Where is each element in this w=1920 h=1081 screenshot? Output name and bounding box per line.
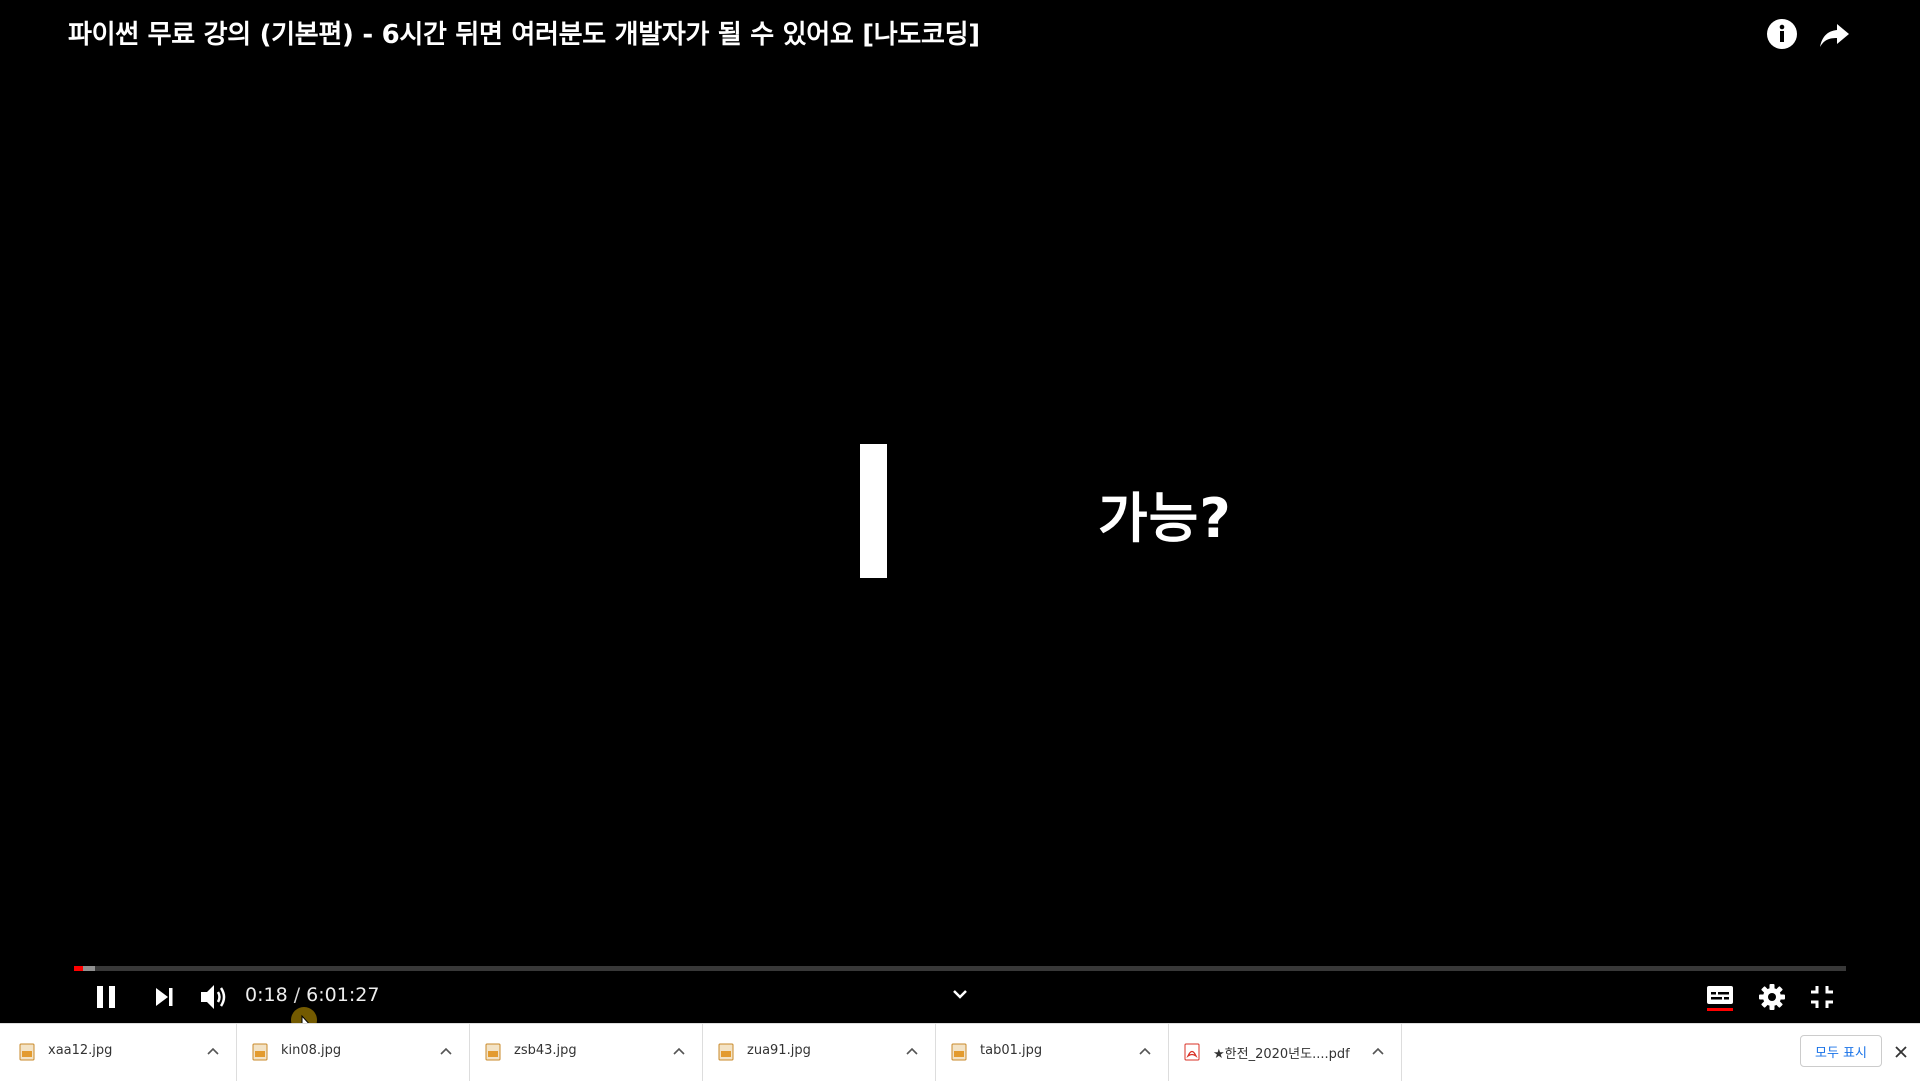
next-icon [156, 988, 173, 1006]
image-file-icon [485, 1043, 501, 1061]
download-item[interactable]: zua91.jpg [699, 1024, 936, 1081]
mouse-pointer [290, 1006, 330, 1023]
show-all-button[interactable]: 모두 표시 [1800, 1035, 1882, 1067]
chevron-down-icon [953, 990, 967, 999]
info-icon[interactable] [1764, 16, 1800, 52]
chevron-down-button[interactable] [946, 982, 974, 1006]
pdf-file-icon [1184, 1043, 1200, 1061]
download-item[interactable]: zsb43.jpg [466, 1024, 703, 1081]
video-player[interactable]: 가능? 파이썬 무료 강의 (기본편) - 6시간 뒤면 여러분도 개발자가 될… [0, 0, 1920, 1023]
subtitles-button[interactable] [1700, 976, 1740, 1018]
volume-button[interactable] [196, 976, 232, 1018]
share-icon[interactable] [1816, 16, 1852, 52]
close-icon[interactable] [1890, 1041, 1912, 1063]
exit-fullscreen-icon [1811, 986, 1833, 1008]
chevron-up-icon[interactable] [204, 1042, 222, 1060]
image-file-icon [252, 1043, 268, 1061]
progress-played [74, 966, 83, 971]
chevron-up-icon[interactable] [437, 1042, 455, 1060]
settings-button[interactable] [1752, 976, 1792, 1018]
download-item-name: xaa12.jpg [48, 1043, 113, 1058]
chevron-up-icon[interactable] [670, 1042, 688, 1060]
next-button[interactable] [146, 976, 182, 1018]
download-item[interactable]: ★한전_2020년도....pdf [1165, 1024, 1402, 1081]
download-item-name: tab01.jpg [980, 1043, 1043, 1058]
pause-icon [97, 986, 115, 1008]
image-file-icon [718, 1043, 734, 1061]
current-time: 0:18 [245, 984, 288, 1006]
video-frame-text: 가능? [1098, 487, 1232, 550]
settings-icon [1759, 984, 1785, 1010]
subtitles-icon [1707, 986, 1733, 1011]
chevron-up-icon[interactable] [903, 1042, 921, 1060]
video-frame[interactable]: 가능? [0, 0, 1920, 1023]
chevron-up-icon[interactable] [1369, 1042, 1387, 1060]
download-item-name: zsb43.jpg [514, 1043, 577, 1058]
time-display: 0:18 / 6:01:27 [245, 984, 379, 1006]
download-item-name: ★한전_2020년도....pdf [1213, 1047, 1350, 1062]
video-text-cursor [860, 444, 887, 578]
download-item[interactable]: xaa12.jpg [0, 1024, 237, 1081]
download-item[interactable]: tab01.jpg [932, 1024, 1169, 1081]
image-file-icon [19, 1043, 35, 1061]
chevron-up-icon[interactable] [1136, 1042, 1154, 1060]
volume-icon [201, 985, 226, 1009]
download-item-name: kin08.jpg [281, 1043, 342, 1058]
time-separator: / [287, 984, 307, 1006]
video-title[interactable]: 파이썬 무료 강의 (기본편) - 6시간 뒤면 여러분도 개발자가 될 수 있… [68, 14, 980, 51]
download-bar: xaa12.jpg kin08.jpg zsb43.jpg zua91.jpg [0, 1023, 1920, 1081]
download-item[interactable]: kin08.jpg [233, 1024, 470, 1081]
image-file-icon [951, 1043, 967, 1061]
exit-fullscreen-button[interactable] [1802, 976, 1842, 1018]
pause-button[interactable] [88, 976, 124, 1018]
duration: 6:01:27 [306, 984, 380, 1006]
progress-bar[interactable] [74, 966, 1846, 971]
download-item-name: zua91.jpg [747, 1043, 811, 1058]
